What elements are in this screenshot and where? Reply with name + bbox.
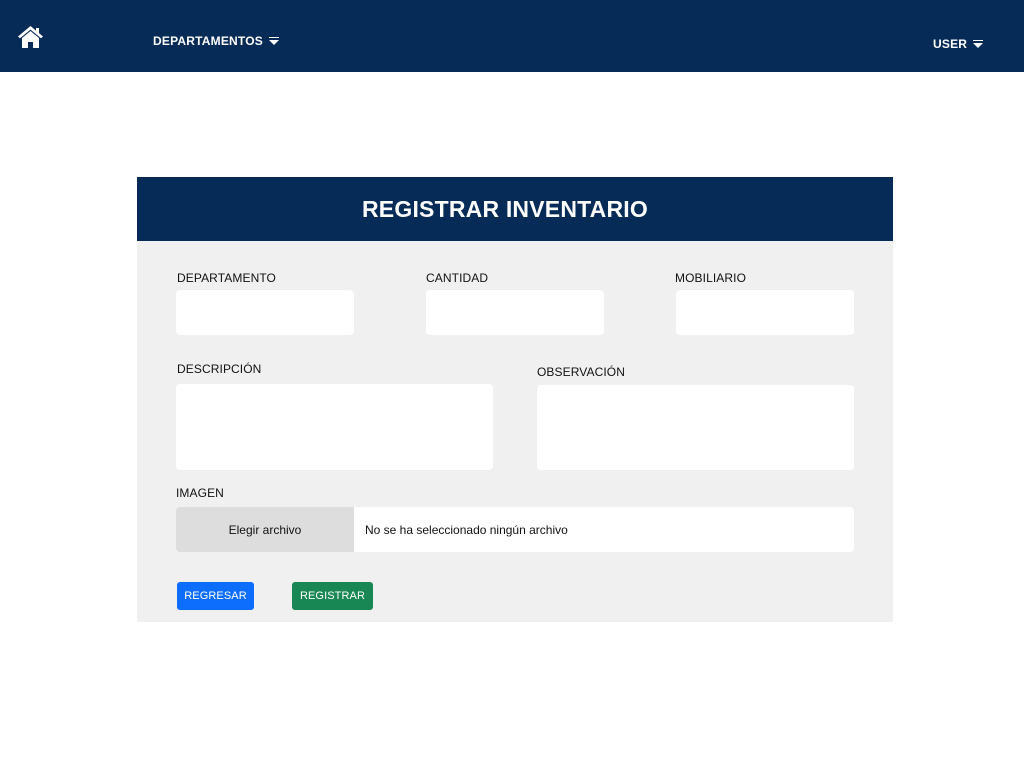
image-file-input[interactable]: Elegir archivo No se ha seleccionado nin…: [176, 507, 854, 552]
user-menu[interactable]: USER: [933, 37, 984, 51]
chevron-down-icon: [268, 36, 279, 45]
departamento-input[interactable]: [176, 290, 354, 335]
chevron-down-icon: [973, 39, 984, 48]
descripcion-label: DESCRIPCIÓN: [177, 362, 262, 376]
mobiliario-input[interactable]: [676, 290, 854, 335]
observacion-textarea[interactable]: [537, 385, 854, 470]
home-icon[interactable]: [17, 25, 44, 49]
user-menu-label: USER: [933, 37, 968, 51]
choose-file-button[interactable]: Elegir archivo: [176, 507, 354, 552]
form-header: REGISTRAR INVENTARIO: [137, 177, 893, 241]
file-status-text: No se ha seleccionado ningún archivo: [365, 522, 568, 537]
mobiliario-label: MOBILIARIO: [675, 271, 747, 285]
departments-menu[interactable]: DEPARTAMENTOS: [153, 34, 279, 48]
back-button[interactable]: REGRESAR: [177, 582, 254, 610]
imagen-label: IMAGEN: [176, 486, 224, 500]
page-title: REGISTRAR INVENTARIO: [362, 196, 648, 222]
register-button[interactable]: REGISTRAR: [292, 582, 373, 610]
top-navbar: DEPARTAMENTOS USER: [0, 0, 1024, 72]
observacion-label: OBSERVACIÓN: [537, 365, 626, 379]
inventory-form: DEPARTAMENTO CANTIDAD MOBILIARIO DESCRIP…: [137, 241, 893, 622]
cantidad-label: CANTIDAD: [426, 271, 489, 285]
departments-menu-label: DEPARTAMENTOS: [153, 34, 263, 48]
descripcion-textarea[interactable]: [176, 384, 493, 470]
departamento-label: DEPARTAMENTO: [177, 271, 276, 285]
cantidad-input[interactable]: [426, 290, 604, 335]
